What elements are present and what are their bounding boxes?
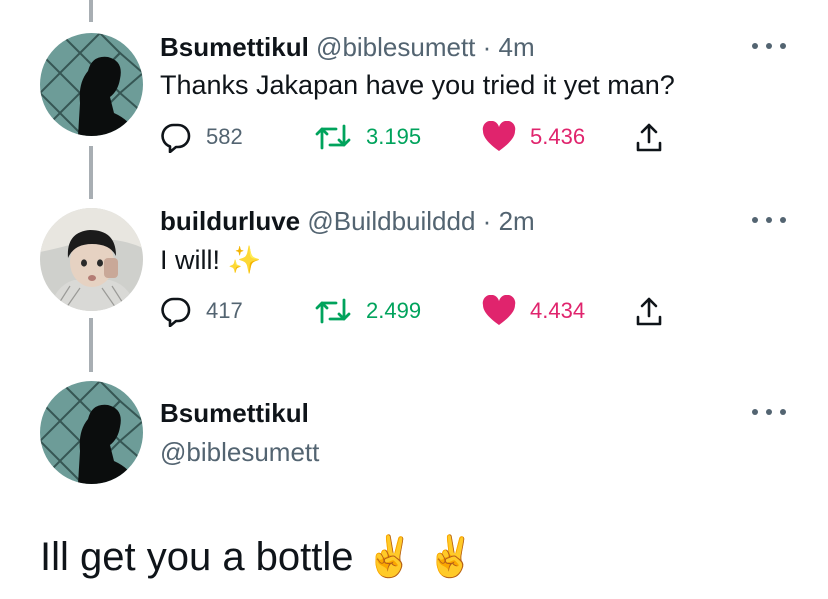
author-handle[interactable]: @Buildbuilddd [307,206,475,236]
reply-button[interactable]: 417 [160,294,243,328]
heart-icon [482,295,516,325]
more-icon[interactable] [752,214,786,226]
author-name[interactable]: Bsumettikul [160,32,309,62]
retweet-button[interactable]: 3.195 [314,120,421,154]
author-name[interactable]: buildurluve [160,206,300,236]
share-icon [636,297,662,326]
more-icon[interactable] [752,406,786,418]
tweet-header: buildurluve @Buildbuilddd · 2m [160,206,535,237]
main-tweet-text-content: Ill get you a bottle [40,535,354,579]
thread-line-top [89,0,93,22]
like-count: 5.436 [530,124,586,149]
retweet-count: 2.499 [366,298,422,323]
thread-line-2 [89,318,93,372]
heart-icon [482,121,516,151]
action-bar: 582 3.195 5.436 [160,120,680,154]
tweet-text: I will! ✨ [160,244,261,276]
share-button[interactable] [634,120,664,154]
reply-icon [161,123,191,153]
timestamp[interactable]: 4m [499,32,535,62]
action-bar: 417 2.499 4.434 [160,294,680,328]
author-handle[interactable]: @biblesumett [316,32,475,62]
like-button[interactable]: 4.434 [482,294,585,328]
retweet-icon [315,298,351,324]
reply-icon [161,297,191,327]
reply-count: 417 [206,298,243,323]
timestamp[interactable]: 2m [499,206,535,236]
tweet-header: Bsumettikul @biblesumett · 4m [160,32,535,63]
like-count: 4.434 [530,298,586,323]
sparkles-emoji: ✨ [227,245,262,275]
main-tweet-text: Ill get you a bottle ✌️ ✌️ [40,533,475,580]
like-button[interactable]: 5.436 [482,120,585,154]
author-block[interactable]: Bsumettikul @biblesumett [160,398,319,468]
separator: · [482,206,492,236]
victory-hand-emoji: ✌️ [425,535,476,579]
retweet-button[interactable]: 2.499 [314,294,421,328]
retweet-icon [315,124,351,150]
author-name[interactable]: Bsumettikul [160,398,319,429]
avatar[interactable] [40,208,143,311]
retweet-count: 3.195 [366,124,422,149]
thread-line-1 [89,146,93,199]
tweet-text-content: I will! [160,245,220,275]
share-button[interactable] [634,294,664,328]
author-handle[interactable]: @biblesumett [160,437,319,468]
more-icon[interactable] [752,40,786,52]
tweet-text: Thanks Jakapan have you tried it yet man… [160,70,675,100]
avatar[interactable] [40,381,143,484]
avatar[interactable] [40,33,143,136]
victory-hand-emoji: ✌️ [364,535,415,579]
reply-count: 582 [206,124,243,149]
separator: · [482,32,492,62]
share-icon [636,123,662,152]
reply-button[interactable]: 582 [160,120,243,154]
